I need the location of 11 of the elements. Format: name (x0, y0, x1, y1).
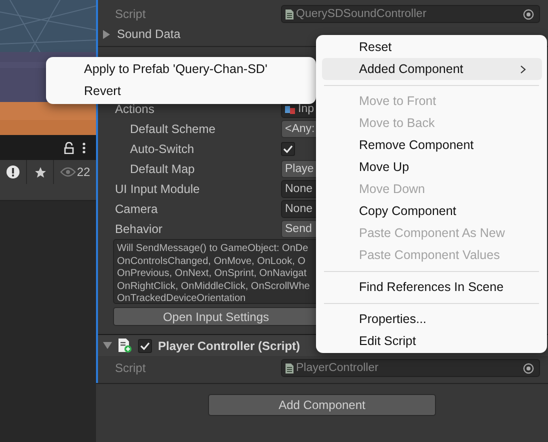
field-label: Auto-Switch (129, 142, 196, 156)
visible-count: 22 (76, 165, 90, 179)
field-label: Script (115, 7, 147, 21)
field-label: Default Scheme (129, 122, 216, 136)
field-label: Default Map (129, 162, 196, 176)
field-label: Behavior (115, 222, 164, 236)
field-label: Script (115, 361, 147, 375)
field-label: Camera (115, 202, 159, 216)
field-label: Actions (115, 102, 156, 116)
component-title: Player Controller (Script) (158, 338, 300, 352)
field-label: UI Input Module (115, 182, 201, 196)
